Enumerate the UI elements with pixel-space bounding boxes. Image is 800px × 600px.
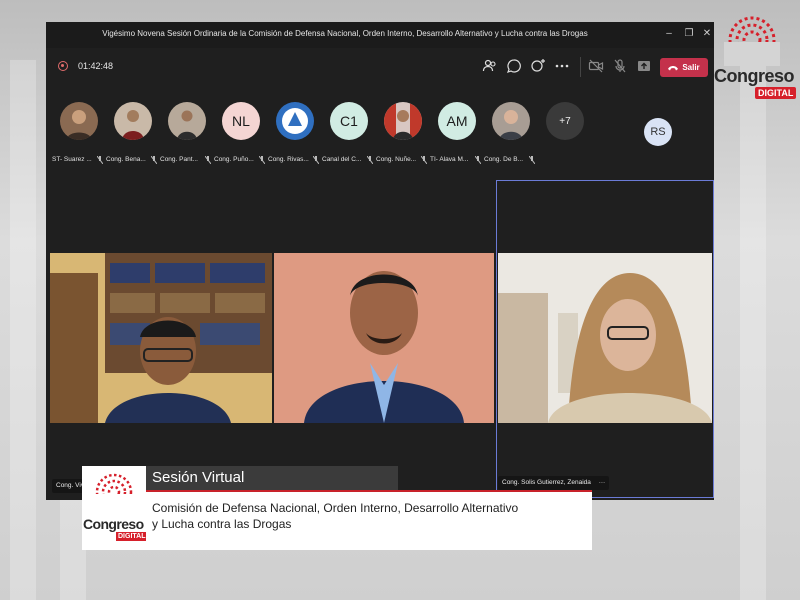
self-avatar[interactable]: RS (644, 118, 672, 146)
participant-avatar (276, 102, 314, 140)
share-icon[interactable] (636, 58, 654, 76)
logo-swirl-icon (724, 16, 780, 66)
participant-tile[interactable]: Cong. Bena... (106, 94, 160, 170)
participant-tile[interactable]: NL Cong. Puño... (214, 94, 268, 170)
toolbar-divider (580, 57, 581, 77)
meeting-toolbar: 01:42:48 Salir (46, 48, 714, 86)
participant-avatar (492, 102, 530, 140)
restore-icon[interactable]: ❐ (682, 27, 696, 41)
participant-tile[interactable]: C1 Canal del C... (322, 94, 376, 170)
meeting-timer: 01:42:48 (78, 61, 114, 71)
more-icon[interactable] (554, 58, 572, 76)
reactions-icon[interactable] (530, 58, 548, 76)
active-speaker-highlight (496, 180, 714, 498)
participant-avatar (60, 102, 98, 140)
lower-third-badge: DIGITAL (116, 532, 148, 541)
participant-strip: ST- Suarez ... Cong. Bena... Cong. Pant.… (46, 94, 606, 174)
meeting-title: Vigésimo Novena Sesión Ordinaria de la C… (102, 29, 588, 38)
logo-wordmark: Congreso (714, 66, 795, 86)
participant-avatar (384, 102, 422, 140)
participant-tile[interactable]: AM TI- Alava M... (430, 94, 484, 170)
participant-avatar: C1 (330, 102, 368, 140)
participant-video (50, 253, 272, 423)
participant-tile[interactable]: Cong. Pant... (160, 94, 214, 170)
lower-third-line2: y Lucha contra las Drogas (152, 517, 292, 531)
leave-button[interactable]: Salir (660, 58, 708, 77)
muted-mic-icon (367, 156, 373, 164)
muted-mic-icon (475, 156, 481, 164)
lower-third-logo: Congreso DIGITAL (82, 466, 148, 550)
people-icon[interactable] (482, 58, 500, 76)
close-icon[interactable]: ✕ (700, 27, 714, 41)
camera-off-icon[interactable] (588, 58, 606, 76)
participant-avatar: AM (438, 102, 476, 140)
congreso-digital-logo: Congreso DIGITAL (712, 12, 797, 102)
mic-off-icon[interactable] (612, 58, 630, 76)
title-bar: Vigésimo Novena Sesión Ordinaria de la C… (46, 22, 714, 48)
leave-label: Salir (682, 63, 700, 72)
lower-third-heading: Sesión Virtual (146, 466, 398, 490)
muted-mic-icon (529, 156, 535, 164)
participant-avatar: NL (222, 102, 260, 140)
participant-tile[interactable]: Cong. Nuñe... (376, 94, 430, 170)
participant-tile[interactable]: Cong. De B... (484, 94, 538, 170)
muted-mic-icon (259, 156, 265, 164)
lower-third-line1: Comisión de Defensa Nacional, Orden Inte… (152, 501, 519, 515)
participant-tile[interactable]: Cong. Rivas... (268, 94, 322, 170)
more-participants-button[interactable]: +7 (538, 94, 592, 170)
participant-tile[interactable]: ST- Suarez ... (52, 94, 106, 170)
minimize-icon[interactable]: – (662, 27, 676, 41)
video-tile[interactable] (274, 253, 494, 423)
participant-avatar (168, 102, 206, 140)
lower-third-body: Comisión de Defensa Nacional, Orden Inte… (146, 492, 592, 550)
hang-up-icon (668, 65, 679, 70)
chat-icon[interactable] (506, 58, 524, 76)
muted-mic-icon (313, 156, 319, 164)
lower-third-wordmark: Congreso (83, 516, 144, 532)
overflow-count: +7 (546, 102, 584, 140)
muted-mic-icon (151, 156, 157, 164)
logo-badge: DIGITAL (755, 87, 797, 99)
muted-mic-icon (421, 156, 427, 164)
muted-mic-icon (205, 156, 211, 164)
meeting-window: Vigésimo Novena Sesión Ordinaria de la C… (46, 22, 714, 500)
muted-mic-icon (97, 156, 103, 164)
participant-avatar (114, 102, 152, 140)
video-tile[interactable] (50, 253, 272, 423)
recording-icon (58, 61, 68, 71)
participant-video (274, 253, 494, 423)
logo-swirl-icon (94, 473, 134, 514)
